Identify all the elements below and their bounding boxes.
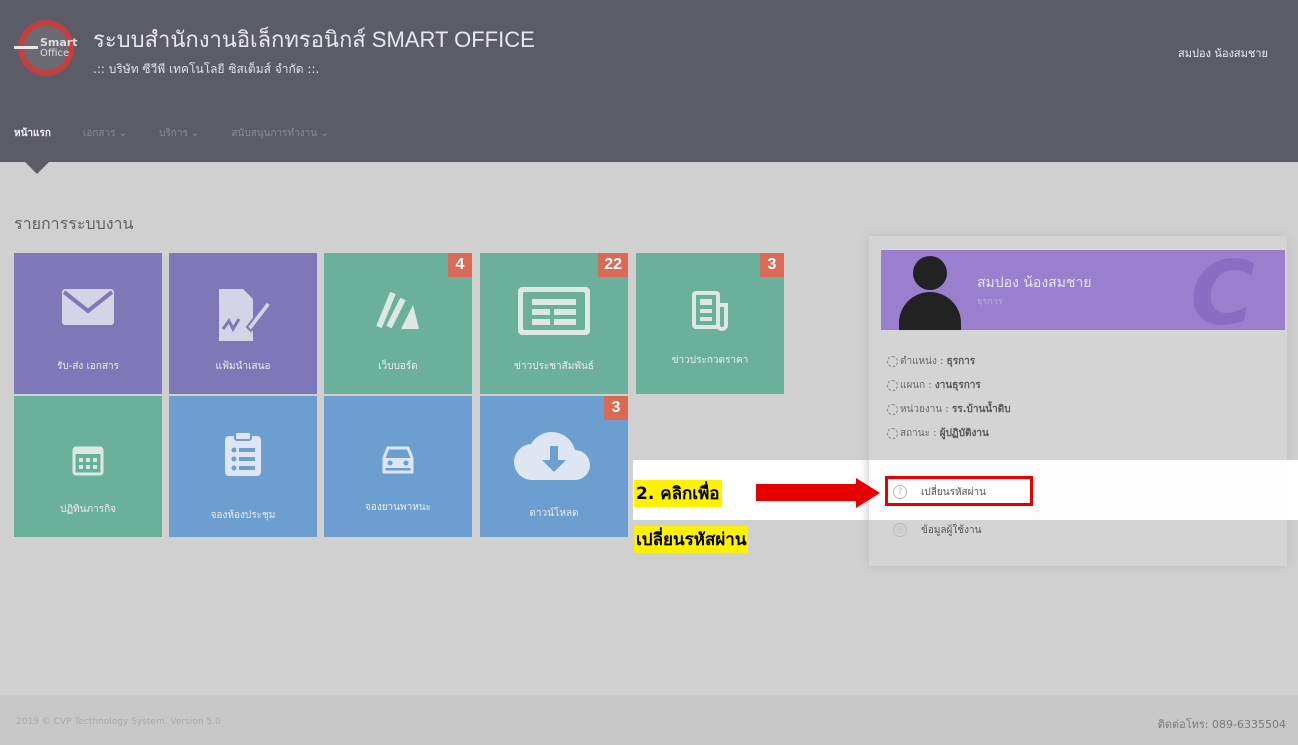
info-icon <box>887 403 898 415</box>
tile-label: ข่าวประกวดราคา <box>671 355 749 366</box>
app-title: ระบบสำนักงานอิเล็กทรอนิกส์ SMART OFFICE <box>93 27 535 52</box>
tile-download[interactable]: 3 ดาวน์โหลด <box>480 396 628 537</box>
profile-position: ตำแหน่ง : ธุรการ <box>887 354 975 369</box>
smart-office-logo[interactable]: Smart Office <box>14 20 78 76</box>
annotation-step-text: 2. คลิกเพื่อ <box>634 480 722 507</box>
logo-text-office: Office <box>40 48 70 59</box>
tile-webboard[interactable]: 4 เว็บบอร์ด <box>324 253 472 394</box>
tile-label: เว็บบอร์ด <box>378 361 418 372</box>
nav-work-support[interactable]: สนับสนุนการทำงาน ⌄ <box>231 126 328 141</box>
nav-active-pointer <box>25 162 49 174</box>
profile-status: สถานะ : ผู้ปฏิบัติงาน <box>887 426 989 441</box>
header-user-name[interactable]: สมปอง น้องสมชาย <box>1178 44 1268 62</box>
download-badge: 3 <box>604 396 628 420</box>
tile-mission-calendar[interactable]: ปฏิทินภารกิจ <box>14 396 162 537</box>
annotation-arrowhead-icon <box>856 478 880 508</box>
avatar <box>899 256 961 330</box>
footer: 2019 © CVP Tecthnology System. Version 5… <box>0 695 1298 745</box>
nav-documents[interactable]: เอกสาร ⌄ <box>83 126 127 141</box>
signature-icon <box>169 287 317 354</box>
decorative-letter: C <box>1190 250 1255 330</box>
tile-meeting-room-booking[interactable]: จองห้องประชุม <box>169 396 317 537</box>
company-name: .:: บริษัท ซีวีพี เทคโนโลยี ซิสเต็มส์ จำ… <box>93 62 320 76</box>
tile-proposal-folder[interactable]: แฟ้มนำเสนอ <box>169 253 317 394</box>
tile-label: รับ-ส่ง เอกสาร <box>56 361 120 372</box>
profile-agency: หน่วยงาน : รร.บ้านน้ำดิบ <box>887 402 1011 417</box>
cloud-download-icon <box>480 428 628 493</box>
tile-vehicle-booking[interactable]: จองยานพาหนะ <box>324 396 472 537</box>
info-icon <box>887 379 898 391</box>
annotation-step-text-2: เปลี่ยนรหัสผ่าน <box>634 526 749 553</box>
calendar-icon <box>14 436 162 487</box>
annotation-arrow-icon <box>756 484 860 501</box>
profile-department: แผนก : งานธุรการ <box>887 378 981 393</box>
footer-copyright: 2019 © CVP Tecthnology System. Version 5… <box>16 717 221 727</box>
envelope-icon <box>14 287 162 338</box>
profile-role: ธุรการ <box>977 297 1003 307</box>
tile-label: จองห้องประชุม <box>210 510 276 521</box>
tile-document-exchange[interactable]: รับ-ส่ง เอกสาร <box>14 253 162 394</box>
bid-news-badge: 3 <box>760 253 784 277</box>
tile-label: ปฏิทินภารกิจ <box>60 504 116 515</box>
info-icon <box>887 355 898 367</box>
user-circle-icon: ◎ <box>893 523 907 537</box>
newspaper-icon <box>480 286 628 346</box>
pr-news-badge: 22 <box>598 253 628 277</box>
annotation-red-box <box>885 476 1033 506</box>
user-info-link[interactable]: ◎ ข้อมูลผู้ใช้งาน <box>893 523 981 538</box>
info-icon <box>887 427 898 439</box>
nav-services[interactable]: บริการ ⌄ <box>159 126 199 141</box>
section-title: รายการระบบงาน <box>14 214 134 233</box>
tile-label: แฟ้มนำเสนอ <box>215 361 271 372</box>
main-nav: หน้าแรก เอกสาร ⌄ บริการ ⌄ สนับสนุนการทำง… <box>0 118 361 148</box>
tile-pr-news[interactable]: 22 ข่าวประชาสัมพันธ์ <box>480 253 628 394</box>
car-icon <box>324 436 472 487</box>
nav-home[interactable]: หน้าแรก <box>14 126 51 141</box>
news-icon <box>636 291 784 342</box>
profile-header: C สมปอง น้องสมชาย ธุรการ <box>881 250 1285 330</box>
webboard-icon <box>324 287 472 344</box>
profile-name: สมปอง น้องสมชาย <box>977 275 1092 291</box>
tile-label: จองยานพาหนะ <box>364 502 432 513</box>
header: Smart Office ระบบสำนักงานอิเล็กทรอนิกส์ … <box>0 0 1298 162</box>
tile-label: ดาวน์โหลด <box>529 508 579 519</box>
footer-contact: ติดต่อโทร: 089-6335504 <box>1157 718 1286 731</box>
tile-label: ข่าวประชาสัมพันธ์ <box>514 361 594 372</box>
clipboard-icon <box>169 430 317 489</box>
tile-bid-news[interactable]: 3 ข่าวประกวดราคา <box>636 253 784 394</box>
webboard-badge: 4 <box>448 253 472 277</box>
